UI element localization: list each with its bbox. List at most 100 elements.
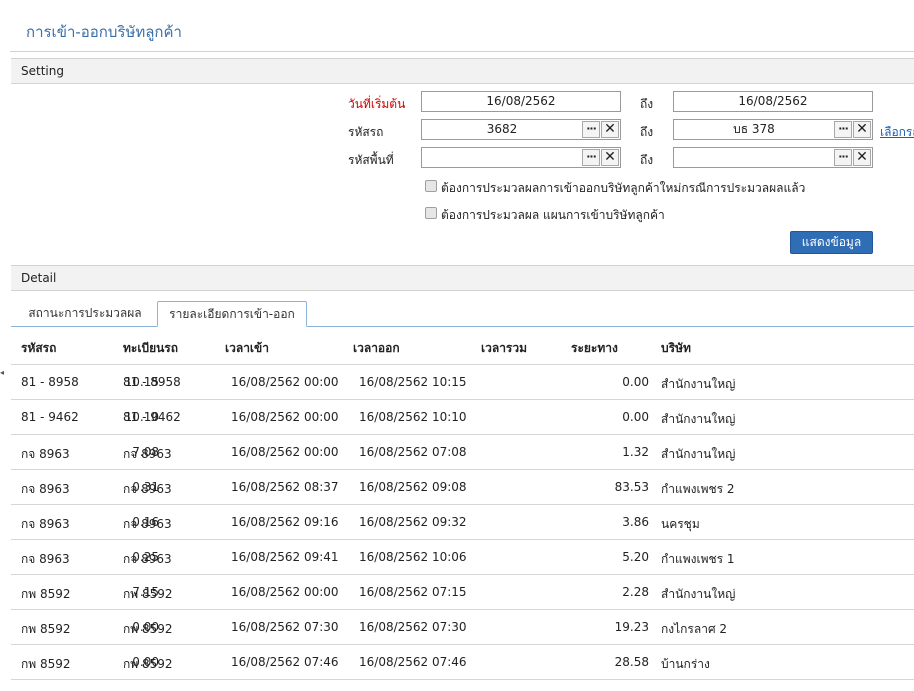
cell-distance: 28.58 <box>614 655 649 669</box>
vehicle-to-clear-icon[interactable]: ✕ <box>853 121 871 138</box>
process-plan-checkbox[interactable] <box>425 207 437 219</box>
cell-company: กำแพงเพชร 1 <box>661 552 735 566</box>
column-header-company[interactable]: บริษัท <box>661 339 691 358</box>
table-row[interactable]: กจ 8963 กจ 8963 16/08/2562 09:16 16/08/2562… <box>11 505 914 540</box>
vehicle-from-browse-button[interactable]: ··· <box>582 121 600 138</box>
vehicle-to-browse-button[interactable]: ··· <box>834 121 852 138</box>
page-title: การเข้า-ออกบริษัทลูกค้า <box>26 23 182 41</box>
select-vehicle-link[interactable]: เลือกรถ <box>880 123 914 142</box>
cell-vehicle-code: กพ 8592 <box>21 587 71 601</box>
vehicle-code-from-input[interactable]: 3682 ··· ✕ <box>421 119 621 140</box>
table-row[interactable]: 81 - 8958 81 - 8958 16/08/2562 00:00 16/08/… <box>11 365 914 400</box>
cell-total-time: 0.16 <box>132 515 159 529</box>
start-date-from-value: 16/08/2562 <box>486 94 556 108</box>
cell-distance: 5.20 <box>622 550 649 564</box>
area-to-clear-icon[interactable]: ✕ <box>853 149 871 166</box>
area-code-from-input[interactable]: ··· ✕ <box>421 147 621 168</box>
table-body: 81 - 8958 81 - 8958 16/08/2562 00:00 16/08/… <box>11 365 914 680</box>
cell-distance: 19.23 <box>614 620 649 634</box>
cell-vehicle-code: 81 - 9462 <box>21 410 79 424</box>
cell-company: สำนักงานใหญ่ <box>661 377 736 391</box>
cell-time-out: 16/08/2562 07:30 <box>359 620 467 634</box>
cell-time-in: 16/08/2562 07:46 <box>231 655 339 669</box>
area-from-clear-icon[interactable]: ✕ <box>601 149 619 166</box>
cell-time-out: 16/08/2562 07:46 <box>359 655 467 669</box>
cell-time-in: 16/08/2562 09:41 <box>231 550 339 564</box>
table-row[interactable]: กจ 8963 กจ 8963 16/08/2562 09:41 16/08/2562… <box>11 540 914 575</box>
cell-time-out: 16/08/2562 09:32 <box>359 515 467 529</box>
cell-total-time: 0.00 <box>132 655 159 669</box>
vehicle-code-from-value: 3682 <box>486 122 518 136</box>
cell-company: กงไกรลาศ 2 <box>661 622 728 636</box>
cell-time-out: 16/08/2562 10:10 <box>359 410 467 424</box>
cell-time-out: 16/08/2562 10:06 <box>359 550 467 564</box>
area-to-browse-button[interactable]: ··· <box>834 149 852 166</box>
start-date-to-value: 16/08/2562 <box>738 94 808 108</box>
cell-time-in: 16/08/2562 00:00 <box>231 375 339 389</box>
reprocess-checkbox-label: ต้องการประมวลผลการเข้าออกบริษัทลูกค้าใหม… <box>441 181 806 195</box>
cell-company: สำนักงานใหญ่ <box>661 587 736 601</box>
show-data-button[interactable]: แสดงข้อมูล <box>790 231 873 254</box>
cell-time-in: 16/08/2562 00:00 <box>231 410 339 424</box>
title-divider <box>10 51 914 52</box>
cell-time-out: 16/08/2562 07:15 <box>359 585 467 599</box>
cell-vehicle-code: กจ 8963 <box>21 482 70 496</box>
tab-processing-status[interactable]: สถานะการประมวลผล <box>19 301 151 327</box>
cell-vehicle-code: กจ 8963 <box>21 552 70 566</box>
cell-company: สำนักงานใหญ่ <box>661 447 736 461</box>
collapse-arrow-icon[interactable]: ◂ <box>0 366 5 380</box>
area-from-browse-button[interactable]: ··· <box>582 149 600 166</box>
vehicle-code-to-value: บธ 378 <box>733 122 775 136</box>
cell-vehicle-code: กจ 8963 <box>21 517 70 531</box>
cell-time-in: 16/08/2562 08:37 <box>231 480 339 494</box>
column-header-total-time[interactable]: เวลารวม <box>481 339 527 358</box>
setting-section-header: Setting <box>11 58 914 84</box>
cell-vehicle-code: กพ 8592 <box>21 657 71 671</box>
column-header-time-out[interactable]: เวลาออก <box>353 339 400 358</box>
cell-company: บ้านกร่าง <box>661 657 710 671</box>
column-header-time-in[interactable]: เวลาเข้า <box>225 339 269 358</box>
cell-distance: 0.00 <box>622 410 649 424</box>
cell-vehicle-code: 81 - 8958 <box>21 375 79 389</box>
table-row[interactable]: กพ 8592 กพ 8592 16/08/2562 00:00 16/08/2562… <box>11 575 914 610</box>
column-header-license-plate[interactable]: ทะเบียนรถ <box>123 339 178 358</box>
vehicle-from-clear-icon[interactable]: ✕ <box>601 121 619 138</box>
cell-company: นครชุม <box>661 517 700 531</box>
table-row[interactable]: กพ 8592 กพ 8592 16/08/2562 07:30 16/08/2562… <box>11 610 914 645</box>
cell-total-time: 0.00 <box>132 620 159 634</box>
cell-total-time: 0.31 <box>132 480 159 494</box>
reprocess-checkbox[interactable] <box>425 180 437 192</box>
detail-section-header: Detail <box>11 265 914 291</box>
area-code-to-label: ถึง <box>640 153 654 167</box>
cell-distance: 3.86 <box>622 515 649 529</box>
column-header-vehicle-code[interactable]: รหัสรถ <box>21 339 56 358</box>
vehicle-code-label: รหัสรถ <box>348 125 384 139</box>
vehicle-code-to-label: ถึง <box>640 125 654 139</box>
vehicle-code-to-input[interactable]: บธ 378 ··· ✕ <box>673 119 873 140</box>
start-date-from-input[interactable]: 16/08/2562 <box>421 91 621 112</box>
cell-vehicle-code: กจ 8963 <box>21 447 70 461</box>
cell-time-out: 16/08/2562 10:15 <box>359 375 467 389</box>
cell-distance: 0.00 <box>622 375 649 389</box>
cell-vehicle-code: กพ 8592 <box>21 622 71 636</box>
cell-total-time: 7.08 <box>132 445 159 459</box>
column-header-distance[interactable]: ระยะทาง <box>571 339 618 358</box>
table-row[interactable]: กจ 8963 กจ 8963 16/08/2562 08:37 16/08/2562… <box>11 470 914 505</box>
table-row[interactable]: 81 - 9462 81 - 9462 16/08/2562 00:00 16/08/… <box>11 400 914 435</box>
cell-company: สำนักงานใหญ่ <box>661 412 736 426</box>
tab-entry-exit-details[interactable]: รายละเอียดการเข้า-ออก <box>157 301 307 327</box>
table-row[interactable]: กจ 8963 กจ 8963 16/08/2562 00:00 16/08/2562… <box>11 435 914 470</box>
cell-company: กำแพงเพชร 2 <box>661 482 735 496</box>
cell-time-in: 16/08/2562 07:30 <box>231 620 339 634</box>
table-row[interactable]: กพ 8592 กพ 8592 16/08/2562 07:46 16/08/2562… <box>11 645 914 680</box>
process-plan-checkbox-label: ต้องการประมวลผล แผนการเข้าบริษัทลูกค้า <box>441 208 665 222</box>
table-header-row: รหัสรถ ทะเบียนรถ เวลาเข้า เวลาออก เวลารว… <box>11 327 914 365</box>
start-date-to-label: ถึง <box>640 97 654 111</box>
start-date-to-input[interactable]: 16/08/2562 <box>673 91 873 112</box>
area-code-to-input[interactable]: ··· ✕ <box>673 147 873 168</box>
area-code-label: รหัสพื้นที่ <box>348 153 394 167</box>
cell-time-out: 16/08/2562 07:08 <box>359 445 467 459</box>
cell-distance: 2.28 <box>622 585 649 599</box>
cell-time-in: 16/08/2562 00:00 <box>231 585 339 599</box>
start-date-label: วันที่เริ่มต้น <box>348 97 406 111</box>
